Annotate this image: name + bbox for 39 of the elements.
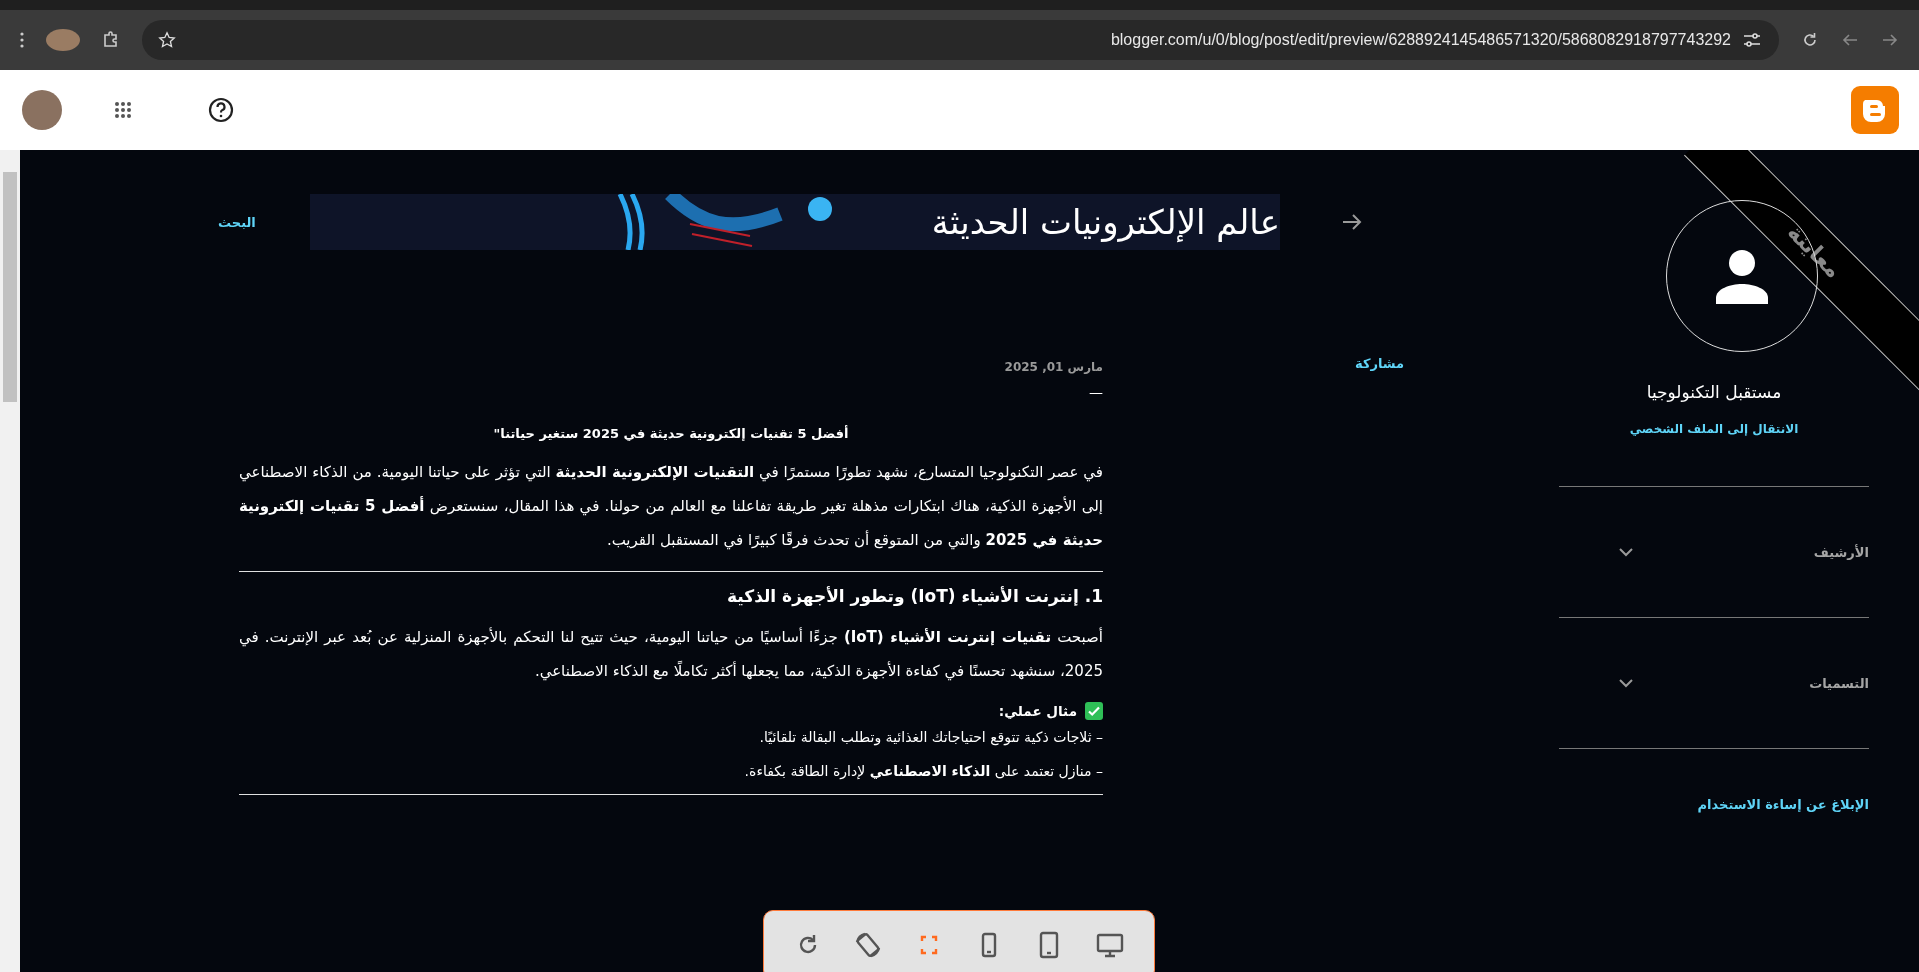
sidebar-section[interactable]: التسميات: [1559, 617, 1869, 748]
share-link[interactable]: مشاركة: [1355, 356, 1405, 371]
paragraph: أصبحت تقنيات إنترنت الأشياء (IoT) جزءًا أساسيًا من حياتنا اليومية، حيث تتيح لنا التحكم بالأجهزة المنزلية عن بُعد عبر الإنترنت. في 2025، سنشهد تحسنًا في كفاءة الأجهزة الذكية، مما يجعلها أكثر تكاملًا مع الذكاء الاصطناعي.: [239, 626, 1103, 683]
post-date: مارس 01, 2025: [1004, 360, 1103, 374]
blogger-logo-icon[interactable]: [1851, 86, 1899, 134]
puzzle-icon[interactable]: [102, 31, 120, 49]
help-icon[interactable]: [208, 97, 234, 123]
star-icon[interactable]: [158, 31, 176, 49]
profile-link[interactable]: الانتقال إلى الملف الشخصي: [1629, 422, 1799, 436]
scrollbar-thumb[interactable]: [3, 172, 17, 402]
blog-title: عالم الإلكترونيات الحديثة: [931, 202, 1280, 242]
post-title: أفضل 5 تقنيات إلكترونية حديثة في 2025 ستغير حياتنا": [492, 426, 850, 441]
reload-icon[interactable]: [1801, 31, 1819, 49]
profile-name: مستقبل التكنولوجيا: [1646, 382, 1782, 402]
menu-icon[interactable]: [20, 32, 24, 48]
tune-icon[interactable]: [1743, 32, 1761, 48]
list-item: – منازل تعتمد على الذكاء الاصطناعي لإدارة الطاقة بكفاءة.: [743, 762, 1103, 782]
address-bar[interactable]: blogger.com/u/0/blog/post/edit/preview/6288924145486571320/5868082918797743292: [142, 20, 1779, 60]
chevron-down-icon[interactable]: [1619, 678, 1633, 688]
example-label: مثال عملي:: [998, 703, 1077, 719]
scrollbar[interactable]: [0, 150, 20, 972]
arrow-right-icon[interactable]: [1342, 213, 1362, 231]
checkmark-icon: [1085, 702, 1103, 720]
search-link[interactable]: البحث: [218, 214, 288, 230]
profile-avatar[interactable]: [22, 90, 62, 130]
dash-mark: —: [1088, 384, 1103, 400]
preview-label: معاينة: [1783, 219, 1847, 283]
report-abuse-link[interactable]: الإبلاغ عن إساءة الاستخدام: [1559, 748, 1869, 812]
section-label: التسميات: [1809, 675, 1869, 691]
paragraph: في عصر التكنولوجيا المتسارع، نشهد تطورًا مستمرًا في التقنيات الإلكترونية الحديثة التي تؤثر على حياتنا اليومية. من الذكاء الاصطناعي إلى الأجهزة الذكية، هناك ابتكارات مذهلة تغير طريقة تفاعلنا مع العالم من حولنا. في هذا المقال، سنستعرض أفضل 5 تقنيات إلكترونية حديثة في 2025 والتي من المتوقع أن تحدث فرقًا كبيرًا في المستقبل القريب.: [239, 462, 1103, 552]
header-banner[interactable]: عالم الإلكترونيات الحديثة: [310, 194, 1280, 250]
apps-grid-icon[interactable]: [114, 101, 132, 119]
section-heading: 1. إنترنت الأشياء (IoT) وتطور الأجهزة الذكية: [726, 586, 1103, 606]
profile-avatar[interactable]: [46, 29, 80, 51]
section-label: الأرشيف: [1813, 544, 1869, 560]
chevron-down-icon[interactable]: [1619, 547, 1633, 557]
list-item: – ثلاجات ذكية تتوقع احتياجاتك الغذائية وتطلب البقالة تلقائيًا.: [758, 728, 1103, 748]
url-text: blogger.com/u/0/blog/post/edit/preview/6288924145486571320/5868082918797743292: [1109, 31, 1731, 49]
sidebar-section[interactable]: الأرشيف: [1559, 486, 1869, 617]
